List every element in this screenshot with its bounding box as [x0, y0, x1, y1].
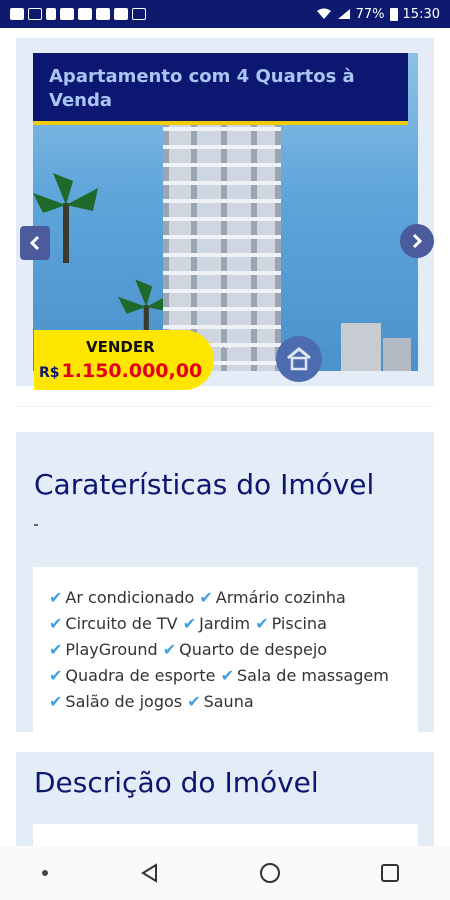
back-triangle-icon: [141, 863, 157, 883]
features-section: Caraterísticas do Imóvel ✔ Ar condicionad…: [16, 432, 434, 742]
feature-item: ✔ PlayGround: [49, 640, 158, 659]
heading-underline: [34, 524, 38, 526]
description-box: [33, 824, 418, 846]
check-icon: ✔: [49, 692, 63, 711]
check-icon: ✔: [182, 614, 197, 633]
check-icon: ✔: [220, 666, 234, 685]
check-icon: ✔: [199, 588, 213, 607]
feature-item: ✔ Quadra de esporte: [49, 666, 216, 685]
chevron-right-icon: [412, 233, 423, 249]
battery-icon: [389, 7, 398, 21]
feature-item: ✔ Sauna: [187, 692, 254, 711]
sale-type-label: VENDER: [86, 338, 155, 356]
home-button[interactable]: [276, 336, 322, 382]
listing-title-band: Apartamento com 4 Quartos à Venda: [33, 53, 408, 125]
nav-dot-indicator: [40, 853, 50, 893]
listing-title: Apartamento com 4 Quartos à Venda: [49, 66, 355, 111]
facebook-icon: [10, 8, 24, 20]
price-badge: VENDER R$ 1.150.000,00: [34, 330, 214, 390]
youtube-icon: [96, 8, 110, 20]
feature-item: ✔ Piscina: [255, 614, 327, 633]
feature-item: ✔ Ar condicionado: [49, 588, 195, 607]
check-icon: ✔: [49, 640, 63, 659]
previous-slide-button[interactable]: [20, 226, 50, 260]
features-list: ✔ Ar condicionado ✔ Armário cozinha ✔ Circu…: [33, 567, 418, 742]
check-icon: ✔: [49, 614, 63, 633]
feature-item: ✔ Jardim: [182, 614, 251, 633]
page-content: Apartamento com 4 Quartos à Venda VENDER…: [0, 28, 450, 846]
check-icon: ✔: [49, 588, 63, 607]
feature-item: ✔ Armário cozinha: [199, 588, 346, 607]
wifi-icon: [316, 8, 331, 19]
feature-item: ✔ Quarto de despejo: [162, 640, 328, 659]
clock: 15:30: [402, 6, 440, 22]
next-slide-button[interactable]: [400, 224, 434, 258]
feature-item: ✔ Salão de jogos: [49, 692, 183, 711]
square-icon: [381, 864, 399, 882]
mail-icon: [28, 8, 42, 20]
check-icon: ✔: [49, 666, 63, 685]
check-icon: ✔: [162, 640, 177, 659]
battery-percent: 77%: [355, 6, 385, 22]
feature-item: ✔ Circuito de TV: [49, 614, 178, 633]
home-nav-button[interactable]: [250, 853, 290, 893]
house-icon: [287, 347, 311, 371]
description-section: Descrição do Imóvel: [16, 752, 434, 846]
more-dots: ...: [219, 336, 233, 352]
youtube-icon: [78, 8, 92, 20]
phone-icon: [46, 8, 56, 20]
chevron-left-icon: [29, 235, 40, 251]
status-bar: 77% 15:30: [0, 0, 450, 28]
notification-icons: [10, 8, 146, 20]
android-nav-bar: [0, 846, 450, 900]
recents-button[interactable]: [370, 853, 410, 893]
youtube-icon: [60, 8, 74, 20]
check-icon: ✔: [255, 614, 269, 633]
background-building: [341, 323, 381, 371]
calendar-icon: [132, 8, 146, 20]
signal-icon: [337, 9, 350, 19]
feature-item: ✔ Sala de massagem: [220, 666, 389, 685]
price-amount: 1.150.000,00: [61, 360, 203, 382]
back-button[interactable]: [130, 853, 170, 893]
features-heading: Caraterísticas do Imóvel: [34, 468, 375, 501]
background-building: [383, 338, 411, 371]
home-circle-icon: [260, 863, 280, 883]
currency-label: R$: [39, 365, 60, 381]
youtube-icon: [114, 8, 128, 20]
price-value: R$ 1.150.000,00: [39, 360, 202, 382]
description-heading: Descrição do Imóvel: [34, 766, 319, 799]
listing-image-slider[interactable]: Apartamento com 4 Quartos à Venda: [33, 53, 418, 371]
check-icon: ✔: [187, 692, 201, 711]
